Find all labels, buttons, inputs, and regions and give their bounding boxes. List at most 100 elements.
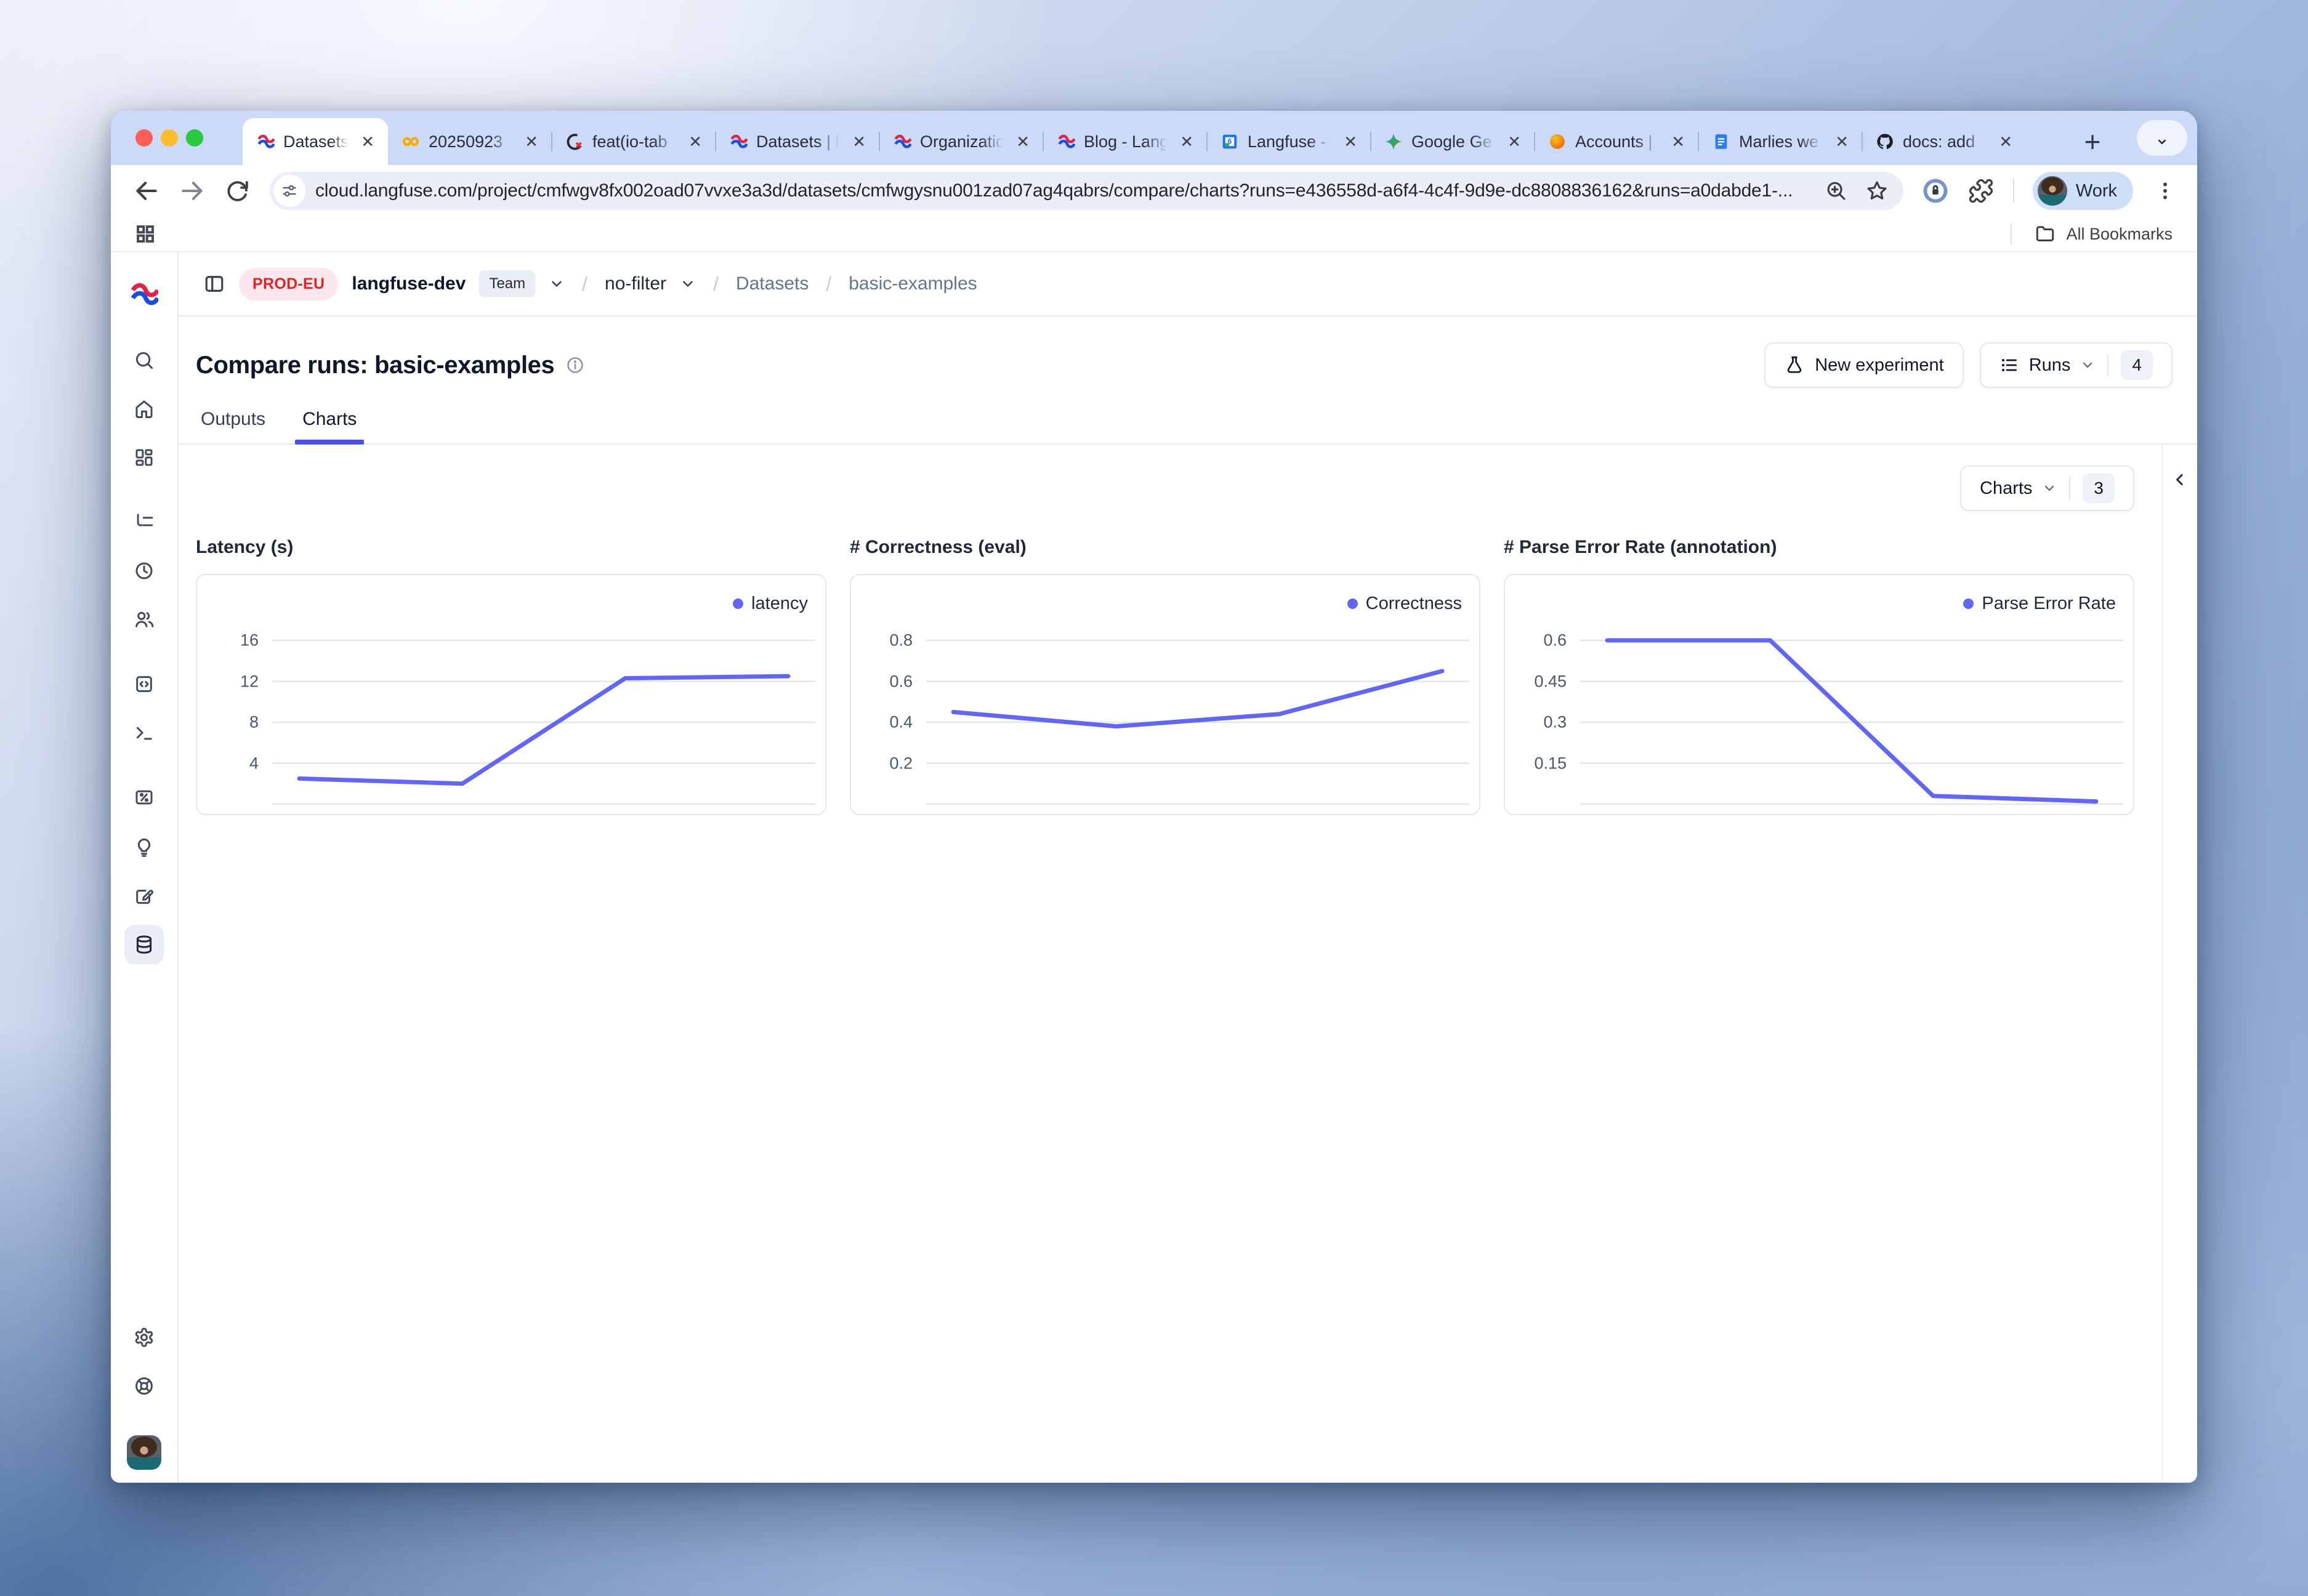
runs-selector-button[interactable]: Runs 4 [1980, 342, 2173, 388]
close-tab-icon[interactable]: ✕ [1833, 131, 1851, 152]
bookmark-star-icon[interactable] [1865, 179, 1889, 203]
browser-tab-github-pr[interactable]: feat(io-tab ✕ [552, 118, 716, 165]
y-axis-tick-label: 12 [197, 672, 259, 691]
sidebar-item-evaluation[interactable] [134, 787, 155, 808]
tab-charts[interactable]: Charts [300, 409, 359, 443]
langfuse-favicon-icon [729, 132, 748, 151]
browser-tab-organization[interactable]: Organizatio ✕ [879, 118, 1043, 165]
browser-tab-calendar[interactable]: 6 Langfuse - ✕ [1207, 118, 1371, 165]
browser-tab-colab[interactable]: 20250923 ✕ [388, 118, 552, 165]
close-tab-icon[interactable]: ✕ [522, 131, 541, 152]
close-tab-icon[interactable]: ✕ [1505, 131, 1523, 152]
line-plot [272, 634, 815, 809]
new-tab-button[interactable]: + [2075, 124, 2110, 159]
browser-tab-datasets-active[interactable]: Datasets | l ✕ [243, 118, 388, 165]
y-axis-tick-label: 0.8 [851, 631, 913, 650]
browser-menu-icon[interactable] [2152, 177, 2179, 204]
url-text[interactable]: cloud.langfuse.com/project/cmfwgv8fx002o… [305, 180, 1814, 201]
browser-tab-accounts[interactable]: Accounts | ✕ [1535, 118, 1698, 165]
sidebar-item-settings[interactable] [134, 1327, 155, 1348]
page-head: Compare runs: basic-examples New experim… [179, 316, 2197, 388]
chart-parse-error-rate: # Parse Error Rate (annotation) Parse Er… [1504, 537, 2134, 815]
sidebar-toggle-icon[interactable] [203, 273, 225, 295]
close-window-button[interactable] [135, 129, 153, 147]
close-tab-icon[interactable]: ✕ [358, 131, 377, 152]
reload-icon[interactable] [224, 177, 251, 204]
zoom-in-icon[interactable] [1825, 179, 1848, 203]
y-axis-tick-label: 0.6 [851, 672, 913, 691]
charts-grid: Latency (s) latency 481216 # Correctness… [179, 511, 2161, 815]
user-avatar[interactable] [127, 1435, 161, 1470]
chart-title: # Correctness (eval) [850, 537, 1480, 558]
sidebar-item-playground[interactable] [134, 722, 155, 743]
browser-tab-blog[interactable]: Blog - Lang ✕ [1043, 118, 1207, 165]
minimize-window-button[interactable] [161, 129, 178, 147]
url-bar[interactable]: cloud.langfuse.com/project/cmfwgv8fx002o… [270, 172, 1903, 210]
sidebar-item-search[interactable] [134, 350, 155, 371]
password-manager-icon[interactable] [1922, 177, 1949, 204]
sidebar-item-tracing[interactable] [134, 512, 155, 533]
colab-favicon-icon [401, 132, 420, 151]
info-icon[interactable] [565, 355, 585, 375]
sidebar-item-prompts[interactable] [134, 674, 155, 695]
sidebar-item-dashboards[interactable] [134, 447, 155, 468]
tab-title: Accounts | [1575, 132, 1660, 151]
sidebar-item-sessions[interactable] [134, 560, 155, 581]
sidebar-item-datasets[interactable] [124, 925, 164, 964]
maximize-window-button[interactable] [186, 129, 203, 147]
side-panel-rail [2161, 445, 2197, 1483]
close-tab-icon[interactable]: ✕ [1014, 131, 1032, 152]
close-tab-icon[interactable]: ✕ [1177, 131, 1196, 152]
charts-selector-button[interactable]: Charts 3 [1960, 465, 2134, 511]
close-tab-icon[interactable]: ✕ [686, 131, 704, 152]
sidebar-item-home[interactable] [134, 398, 155, 419]
project-name[interactable]: no-filter [605, 273, 666, 294]
tab-search-button[interactable]: ⌄ [2137, 120, 2187, 156]
langfuse-logo-icon[interactable] [130, 280, 158, 308]
close-tab-icon[interactable]: ✕ [1669, 131, 1687, 152]
close-tab-icon[interactable]: ✕ [1996, 131, 2015, 152]
browser-tab-datasets-2[interactable]: Datasets | l ✕ [716, 118, 879, 165]
google-docs-favicon-icon [1712, 132, 1730, 151]
sidebar-item-ideas[interactable] [134, 837, 155, 858]
browser-tab-github-docs[interactable]: docs: add ✕ [1862, 118, 2026, 165]
chart-legend: Correctness [1347, 594, 1462, 614]
close-tab-icon[interactable]: ✕ [1341, 131, 1360, 152]
y-axis-tick-label: 16 [197, 631, 259, 650]
back-icon[interactable] [133, 177, 160, 204]
forward-icon[interactable] [179, 177, 206, 204]
organization-name[interactable]: langfuse-dev [352, 273, 466, 294]
tab-title: feat(io-tab [592, 132, 677, 151]
new-experiment-button[interactable]: New experiment [1764, 342, 1964, 388]
tab-outputs[interactable]: Outputs [198, 409, 268, 443]
chevron-down-icon[interactable] [549, 276, 565, 292]
chevron-down-icon[interactable] [680, 276, 696, 292]
collapse-panel-icon[interactable] [2171, 470, 2189, 1483]
extensions-puzzle-icon[interactable] [1967, 177, 1995, 204]
sidebar-item-annotation[interactable] [134, 885, 155, 906]
breadcrumb-datasets-link[interactable]: Datasets [736, 273, 809, 294]
tab-title: docs: add [1903, 132, 1988, 151]
chart-title: Latency (s) [196, 537, 826, 558]
apps-grid-icon[interactable] [134, 223, 156, 245]
tab-title: Langfuse - [1248, 132, 1333, 151]
breadcrumb-separator: / [822, 273, 835, 296]
browser-tab-gdocs[interactable]: Marlies we ✕ [1698, 118, 1862, 165]
site-settings-icon[interactable] [273, 175, 305, 207]
langfuse-app: PROD-EU langfuse-dev Team / no-filter / … [111, 252, 2197, 1483]
breadcrumb-dataset-name[interactable]: basic-examples [849, 273, 977, 294]
close-tab-icon[interactable]: ✕ [850, 131, 868, 152]
environment-badge: PROD-EU [239, 268, 338, 300]
line-plot [1580, 634, 2123, 809]
y-axis-tick-label: 0.45 [1505, 672, 1567, 691]
all-bookmarks-button[interactable]: All Bookmarks [2011, 223, 2173, 245]
sidebar-item-users[interactable] [134, 609, 155, 630]
tab-title: Marlies we [1739, 132, 1824, 151]
sidebar-rail [111, 252, 179, 1483]
browser-tab-gemini[interactable]: Google Ge ✕ [1371, 118, 1535, 165]
browser-profile-button[interactable]: Work [2033, 172, 2133, 210]
org-plan-chip: Team [479, 270, 535, 297]
y-axis-tick-label: 8 [197, 713, 259, 732]
flask-icon [1784, 355, 1805, 376]
sidebar-item-support[interactable] [134, 1376, 155, 1396]
